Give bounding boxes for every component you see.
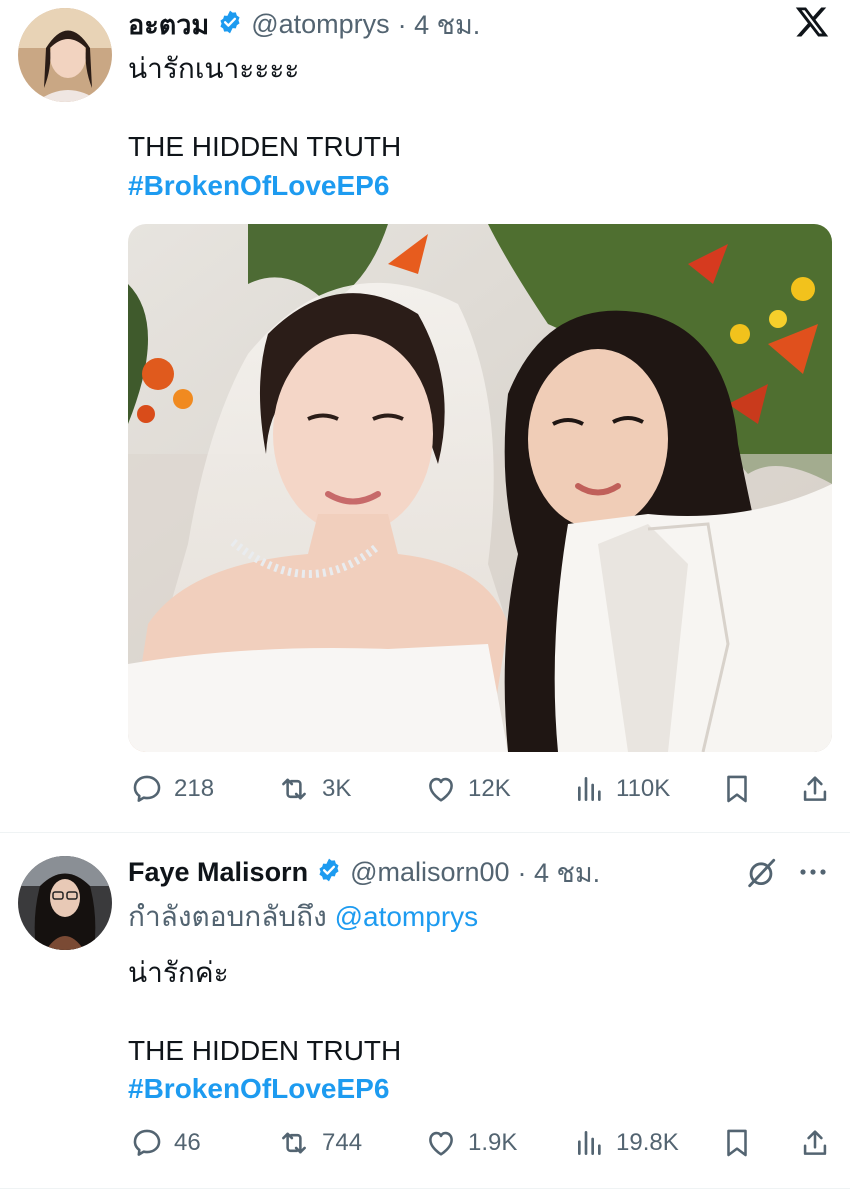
bookmark-button[interactable] [720,772,754,811]
timestamp[interactable]: · 4 ชม. [398,3,481,46]
views-count: 110K [616,775,671,802]
handle[interactable]: @malisorn00 [350,857,509,888]
reply-count: 46 [174,1129,201,1156]
verified-badge-icon [316,857,342,888]
repost-button[interactable]: 3K [276,772,351,806]
hashtag-link[interactable]: #BrokenOfLoveEP6 [128,170,389,202]
like-button[interactable]: 1.9K [424,1126,517,1160]
display-name[interactable]: Faye Malisorn [128,857,308,888]
repost-icon [282,1132,306,1154]
tweet-text-line: น่ารักค่ะ [128,957,229,988]
repost-count: 3K [322,775,352,802]
reply-to-mention[interactable]: @atomprys [335,901,479,932]
share-icon [803,776,827,801]
views-chart-icon [578,1131,601,1155]
tweet-photo[interactable] [128,224,832,752]
timestamp[interactable]: · 4 ชม. [518,851,601,894]
x-logo-icon[interactable] [794,4,830,40]
share-icon [803,1130,827,1155]
heart-icon [429,777,453,802]
avatar-photo-image [18,856,112,950]
avatar[interactable] [18,856,112,950]
repost-icon [282,778,306,800]
tweet-divider [0,1188,850,1189]
views-chart-icon [578,777,601,801]
bookmark-icon [727,1129,747,1157]
display-name[interactable]: อะตวม [128,3,209,46]
avatar[interactable] [18,8,112,102]
bookmark-icon [727,775,747,803]
reply-button[interactable]: 218 [130,772,214,806]
repost-button[interactable]: 744 [276,1126,362,1160]
reply-context: กำลังตอบกลับถึง @atomprys [128,898,478,936]
wedding-selfie-image [128,224,832,752]
hashtag-link[interactable]: #BrokenOfLoveEP6 [128,1073,389,1105]
reply-context-prefix: กำลังตอบกลับถึง [128,901,327,932]
bookmark-button[interactable] [720,1126,754,1165]
like-count: 12K [468,775,511,802]
reply-button[interactable]: 46 [130,1126,201,1160]
reply-icon [133,775,161,802]
reply-icon [133,1129,161,1156]
share-button[interactable] [798,1126,832,1165]
tweet-title-line: THE HIDDEN TRUTH [128,1035,402,1066]
grok-icon[interactable] [744,856,778,890]
verified-badge-icon [217,9,243,40]
like-count: 1.9K [468,1129,518,1156]
handle[interactable]: @atomprys [251,9,389,40]
repost-count: 744 [322,1129,363,1156]
tweet-text-line: น่ารักเนาะะะะ [128,53,300,84]
reply-count: 218 [174,775,215,802]
tweet-divider [0,832,850,833]
more-options-icon[interactable] [796,862,830,882]
share-button[interactable] [798,772,832,811]
avatar-photo-image [18,8,112,102]
views-button[interactable]: 19.8K [574,1126,679,1160]
like-button[interactable]: 12K [424,772,511,806]
views-count: 19.8K [616,1129,679,1156]
tweet-title-line: THE HIDDEN TRUTH [128,131,402,162]
heart-icon [429,1131,453,1156]
views-button[interactable]: 110K [574,772,670,806]
